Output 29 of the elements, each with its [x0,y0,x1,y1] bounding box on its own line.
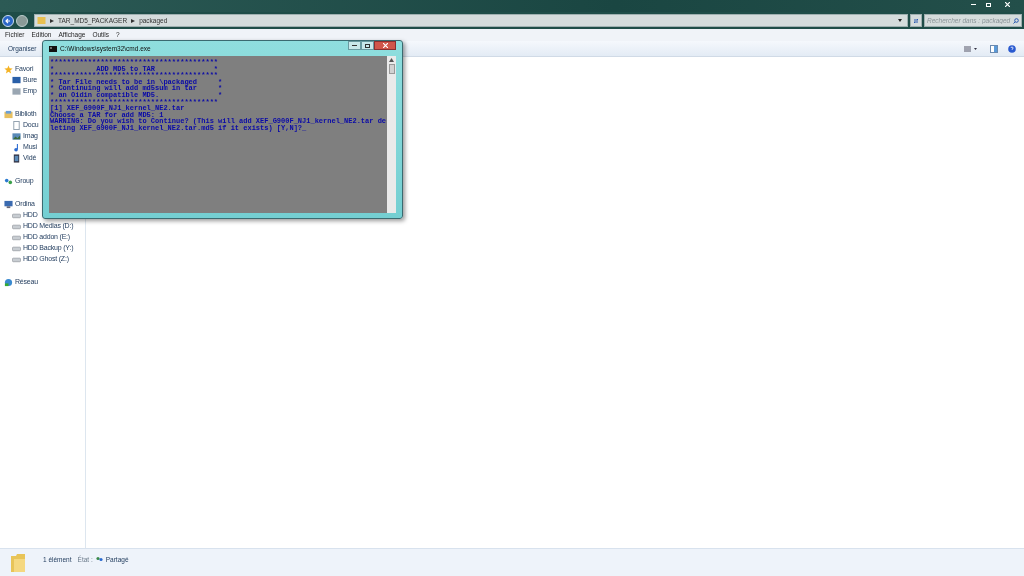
scrollbar-thumb[interactable] [388,64,395,74]
preview-pane-icon[interactable] [990,44,998,53]
back-button[interactable] [2,14,14,27]
view-options-icon[interactable] [964,45,978,52]
people-icon [95,556,103,563]
chevron-icon [131,18,136,23]
network-icon [4,278,13,287]
library-icon [4,110,13,119]
close-icon [1004,2,1010,7]
scrollbar[interactable] [387,56,396,213]
computer-icon [4,200,13,209]
help-icon[interactable] [1008,44,1016,53]
dropdown-icon[interactable] [898,19,902,22]
document-icon [12,121,21,130]
star-icon [4,65,13,74]
music-note-icon [12,143,21,152]
search-icon [1013,17,1019,24]
close-icon [382,43,388,48]
image-icon [12,132,21,141]
monitor-icon [12,76,21,85]
console-icon [49,45,57,52]
minimize-button[interactable] [348,41,361,50]
maximize-button[interactable] [361,41,374,50]
scroll-up-arrow-icon[interactable] [389,58,394,62]
people-icon [4,177,13,186]
forward-button[interactable] [16,14,28,27]
close-button[interactable] [374,41,396,50]
chevron-icon [50,18,54,23]
back-arrow-icon [5,17,11,24]
